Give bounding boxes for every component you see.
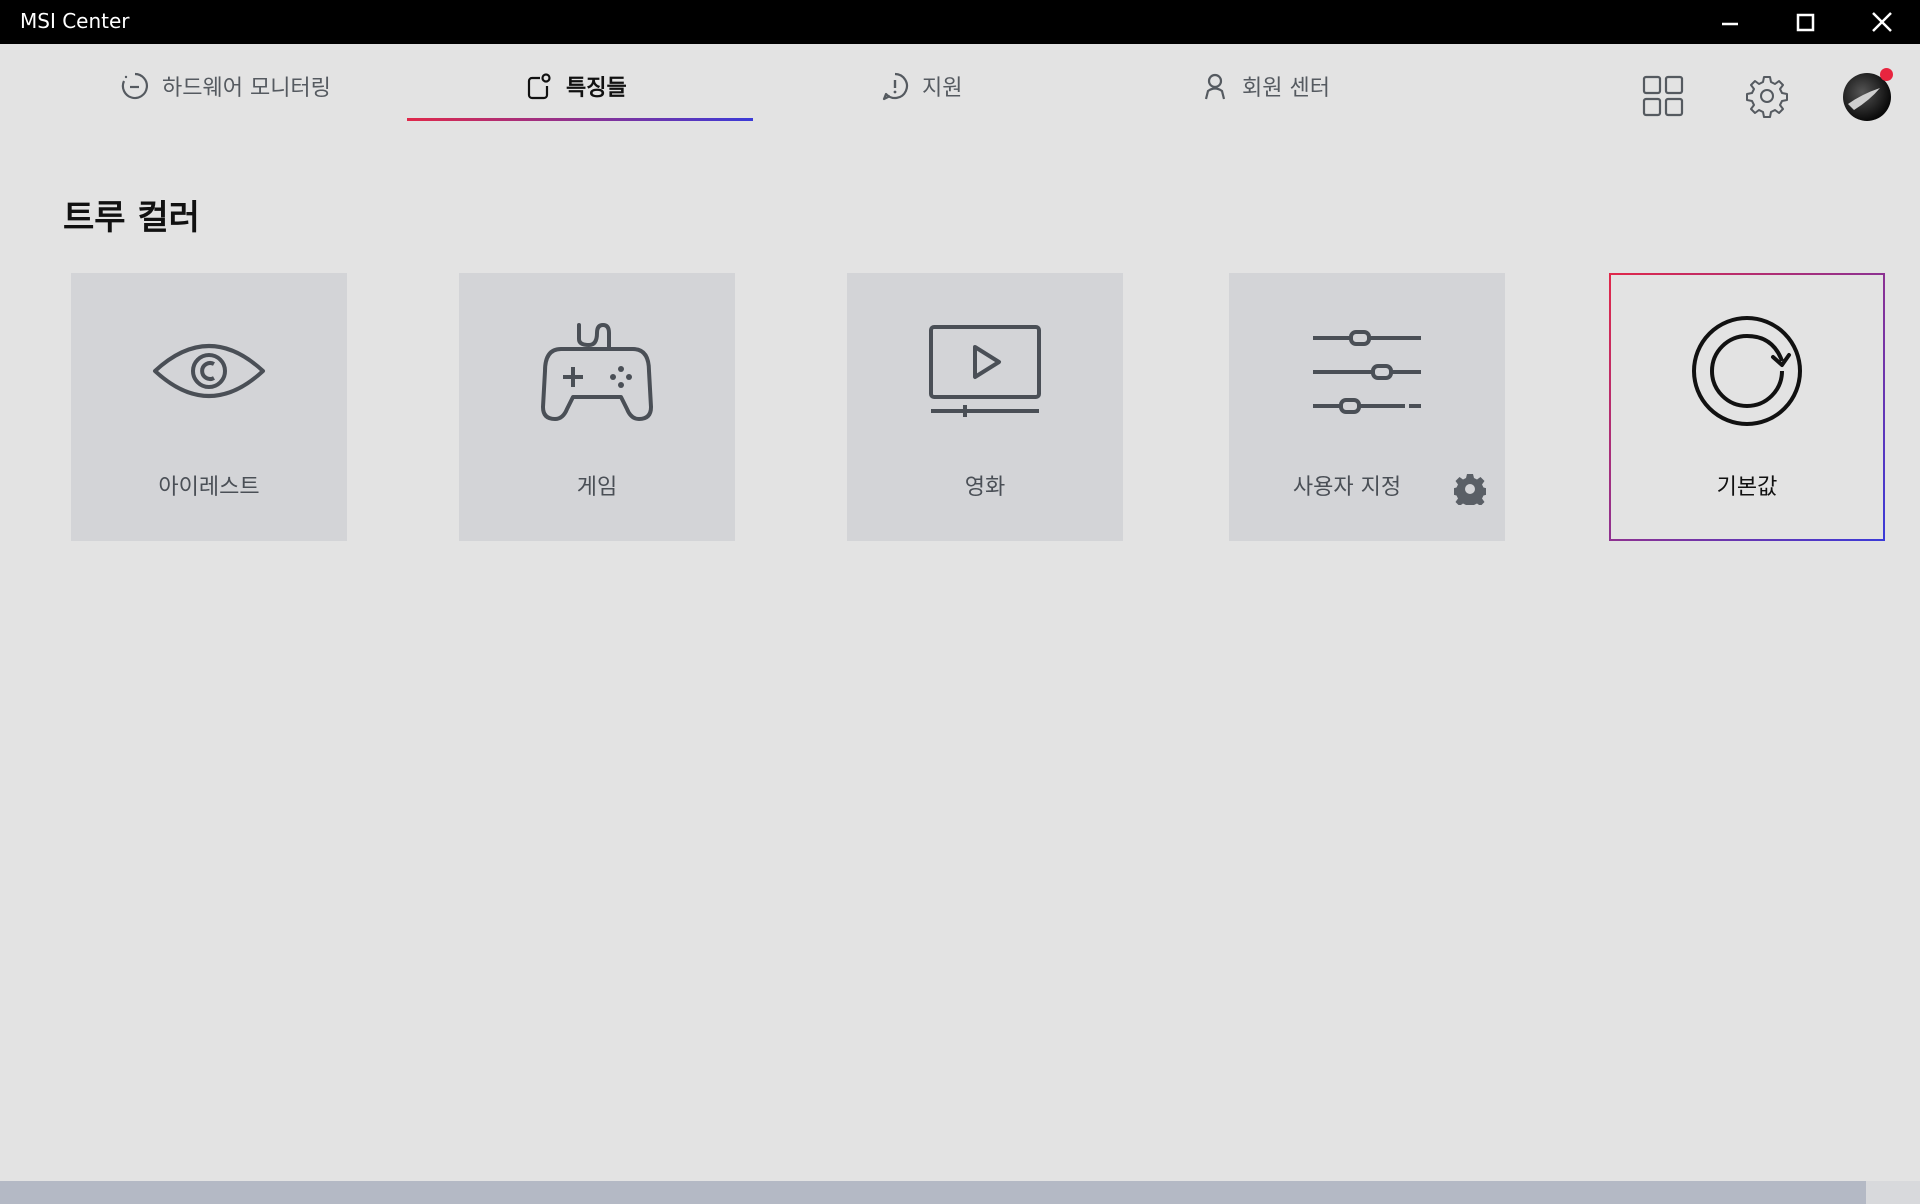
tab-label: 특징들	[566, 76, 627, 101]
page-title: 트루 컬러	[63, 198, 200, 238]
mode-card-custom[interactable]: 사용자 지정	[1229, 273, 1505, 541]
support-alert-icon	[882, 72, 909, 101]
tab-label: 하드웨어 모니터링	[162, 76, 331, 101]
eye-icon	[153, 344, 265, 398]
main-nav: 하드웨어 모니터링 특징들 지원 회원 센터	[0, 44, 1920, 124]
custom-settings-gear-icon[interactable]	[1454, 473, 1486, 505]
minimize-button[interactable]	[1692, 0, 1768, 44]
mode-card-movie[interactable]: 영화	[847, 273, 1123, 541]
features-icon	[527, 73, 551, 100]
mode-card-eyerest[interactable]: 아이레스트	[71, 273, 347, 541]
apps-grid-icon	[1642, 75, 1684, 117]
settings-button[interactable]	[1741, 70, 1793, 122]
tab-member-center[interactable]: 회원 센터	[1200, 64, 1330, 108]
minimize-icon	[1722, 22, 1738, 26]
gamepad-icon	[541, 322, 653, 421]
mode-label: 영화	[964, 475, 1006, 500]
mode-card-game[interactable]: 게임	[459, 273, 735, 541]
tab-label: 회원 센터	[1242, 76, 1330, 101]
close-button[interactable]	[1844, 0, 1920, 44]
title-bar: MSI Center	[0, 0, 1920, 44]
sliders-icon	[1313, 330, 1421, 414]
tab-support[interactable]: 지원	[880, 64, 962, 108]
horizontal-scrollbar[interactable]	[0, 1181, 1920, 1204]
mode-label: 아이레스트	[158, 475, 260, 500]
mode-label: 사용자 지정	[1292, 475, 1402, 500]
movie-play-icon	[929, 325, 1041, 417]
mode-label: 기본값	[1716, 475, 1778, 500]
notification-dot	[1880, 68, 1893, 81]
tab-label: 지원	[922, 76, 963, 101]
mode-card-default[interactable]: 기본값	[1609, 273, 1885, 541]
refresh-icon	[1692, 316, 1802, 426]
avatar[interactable]	[1840, 68, 1894, 122]
maximize-button[interactable]	[1768, 0, 1844, 44]
settings-gear-icon	[1746, 76, 1788, 118]
msi-center-window: MSI Center 하드웨어 모니터링 특징들 지원 회원 센터 트루 컬러 …	[0, 0, 1920, 1204]
gauge-icon	[121, 72, 148, 100]
tab-features[interactable]: 특징들	[524, 64, 627, 108]
tab-hardware-monitoring[interactable]: 하드웨어 모니터링	[120, 64, 331, 108]
user-icon	[1204, 73, 1226, 100]
active-tab-indicator	[407, 118, 753, 121]
apps-grid-button[interactable]	[1637, 70, 1689, 122]
window-title: MSI Center	[20, 9, 130, 33]
scrollbar-thumb[interactable]	[0, 1181, 1866, 1204]
close-icon	[1872, 12, 1892, 32]
maximize-icon	[1796, 13, 1815, 32]
mode-label: 게임	[576, 475, 618, 500]
